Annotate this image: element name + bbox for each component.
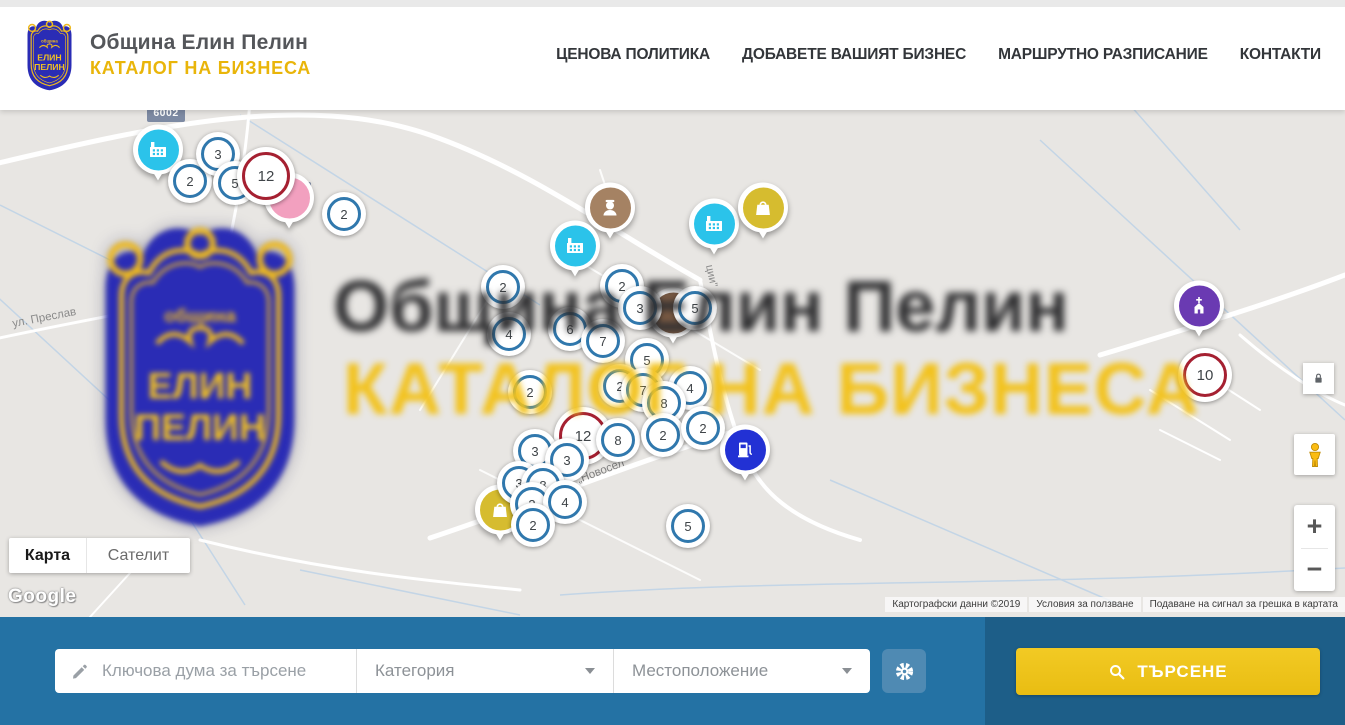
map-pin-marker[interactable] xyxy=(550,221,600,271)
gear-icon xyxy=(893,660,916,683)
map-pin-marker[interactable] xyxy=(689,199,739,249)
map-cluster-marker[interactable]: 8 xyxy=(596,418,640,462)
advanced-search-button[interactable] xyxy=(882,649,926,693)
site-logo[interactable]: Община Елин Пелин КАТАЛОГ НА БИЗНЕСА xyxy=(22,16,311,94)
map-cluster-marker[interactable]: 4 xyxy=(487,312,531,356)
zoom-out-button[interactable]: − xyxy=(1294,549,1335,592)
map-type-control: Карта Сателит xyxy=(9,538,190,573)
zoom-in-button[interactable]: + xyxy=(1294,505,1335,548)
lock-icon xyxy=(1311,371,1326,386)
chevron-down-icon xyxy=(585,668,595,674)
factory-icon xyxy=(563,234,587,258)
pin-ball xyxy=(738,183,788,233)
chevron-down-icon xyxy=(842,668,852,674)
map-cluster-marker[interactable]: 2 xyxy=(322,192,366,236)
category-select[interactable]: Категория xyxy=(356,649,613,693)
pegman-icon xyxy=(1303,442,1327,468)
church-icon xyxy=(1187,294,1211,318)
map-cluster-marker[interactable]: 7 xyxy=(581,319,625,363)
map-pin-marker[interactable] xyxy=(1174,281,1224,331)
search-button[interactable]: ТЪРСЕНЕ xyxy=(1016,648,1320,695)
attribution-copyright: Картографски данни ©2019 xyxy=(885,597,1027,612)
municipality-emblem-icon xyxy=(22,16,77,94)
cluster-count: 2 xyxy=(646,418,680,452)
pin-ball xyxy=(689,199,739,249)
cluster-count: 8 xyxy=(601,423,635,457)
map-cluster-marker[interactable]: 12 xyxy=(237,147,295,205)
cluster-count: 2 xyxy=(486,270,520,304)
keyword-search-input[interactable] xyxy=(102,661,344,681)
search-icon xyxy=(1108,663,1126,681)
search-input-group: Категория Местоположение xyxy=(55,649,870,693)
nav-item-add-business[interactable]: ДОБАВЕТЕ ВАШИЯТ БИЗНЕС xyxy=(742,46,966,64)
location-select[interactable]: Местоположение xyxy=(613,649,870,693)
cluster-count: 2 xyxy=(327,197,361,231)
map-pin-marker[interactable] xyxy=(738,183,788,233)
cluster-count: 12 xyxy=(242,152,290,200)
map-pin-marker[interactable] xyxy=(720,425,770,475)
shopping-bag-icon xyxy=(751,196,775,220)
cluster-count: 4 xyxy=(492,317,526,351)
search-button-label: ТЪРСЕНЕ xyxy=(1137,662,1227,682)
cluster-count: 2 xyxy=(686,411,720,445)
pin-ball xyxy=(550,221,600,271)
category-select-value: Категория xyxy=(375,661,454,681)
map-cluster-marker[interactable]: 2 xyxy=(481,265,525,309)
map-attribution: Картографски данни ©2019 Условия за полз… xyxy=(883,597,1345,612)
map-cluster-marker[interactable]: 2 xyxy=(641,413,685,457)
street-view-pegman-button[interactable] xyxy=(1294,434,1335,475)
map-markers: 2351222235467522748128223338342510 xyxy=(0,110,1345,617)
cluster-count: 3 xyxy=(623,291,657,325)
map-cluster-marker[interactable]: 2 xyxy=(681,406,725,450)
attribution-terms-link[interactable]: Условия за ползване xyxy=(1029,597,1140,612)
location-select-value: Местоположение xyxy=(632,661,768,681)
nav-item-contacts[interactable]: КОНТАКТИ xyxy=(1240,46,1321,64)
map-type-satellite-button[interactable]: Сателит xyxy=(86,538,190,573)
map-cluster-marker[interactable]: 10 xyxy=(1178,348,1232,402)
pencil-icon xyxy=(71,662,90,681)
map-canvas[interactable]: 6002 ул. Преслав бул. „Новосел ции" 2351… xyxy=(0,110,1345,617)
map-type-map-button[interactable]: Карта xyxy=(9,538,86,573)
main-nav: ЦЕНОВА ПОЛИТИКА ДОБАВЕТЕ ВАШИЯТ БИЗНЕС М… xyxy=(556,0,1321,110)
map-cluster-marker[interactable]: 2 xyxy=(511,503,555,547)
map-cluster-marker[interactable]: 5 xyxy=(666,504,710,548)
nav-item-bus-schedule[interactable]: МАРШРУТНО РАЗПИСАНИЕ xyxy=(998,46,1208,64)
site-title: Община Елин Пелин xyxy=(90,31,311,55)
cluster-count: 7 xyxy=(586,324,620,358)
fuel-icon xyxy=(733,438,757,462)
search-bar-section: Категория Местоположение ТЪРСЕНЕ xyxy=(0,617,1345,725)
attribution-report-link[interactable]: Подаване на сигнал за грешка в картата xyxy=(1143,597,1345,612)
map-cluster-marker[interactable]: 2 xyxy=(508,370,552,414)
lock-button[interactable] xyxy=(1303,363,1334,394)
nav-item-pricing[interactable]: ЦЕНОВА ПОЛИТИКА xyxy=(556,46,710,64)
google-logo[interactable]: Google xyxy=(8,586,76,608)
cluster-count: 10 xyxy=(1183,353,1227,397)
pin-ball xyxy=(1174,281,1224,331)
site-header: Община Елин Пелин КАТАЛОГ НА БИЗНЕСА ЦЕН… xyxy=(0,0,1345,110)
factory-icon xyxy=(702,212,726,236)
cluster-count: 2 xyxy=(513,375,547,409)
cluster-count: 5 xyxy=(671,509,705,543)
keyword-field-wrap xyxy=(55,649,356,693)
pin-ball xyxy=(720,425,770,475)
cluster-count: 2 xyxy=(516,508,550,542)
factory-icon xyxy=(146,138,170,162)
zoom-control: + − xyxy=(1294,505,1335,591)
site-subtitle: КАТАЛОГ НА БИЗНЕСА xyxy=(90,58,311,79)
worker-icon xyxy=(598,196,622,220)
cluster-count: 5 xyxy=(678,291,712,325)
map-cluster-marker[interactable]: 5 xyxy=(673,286,717,330)
